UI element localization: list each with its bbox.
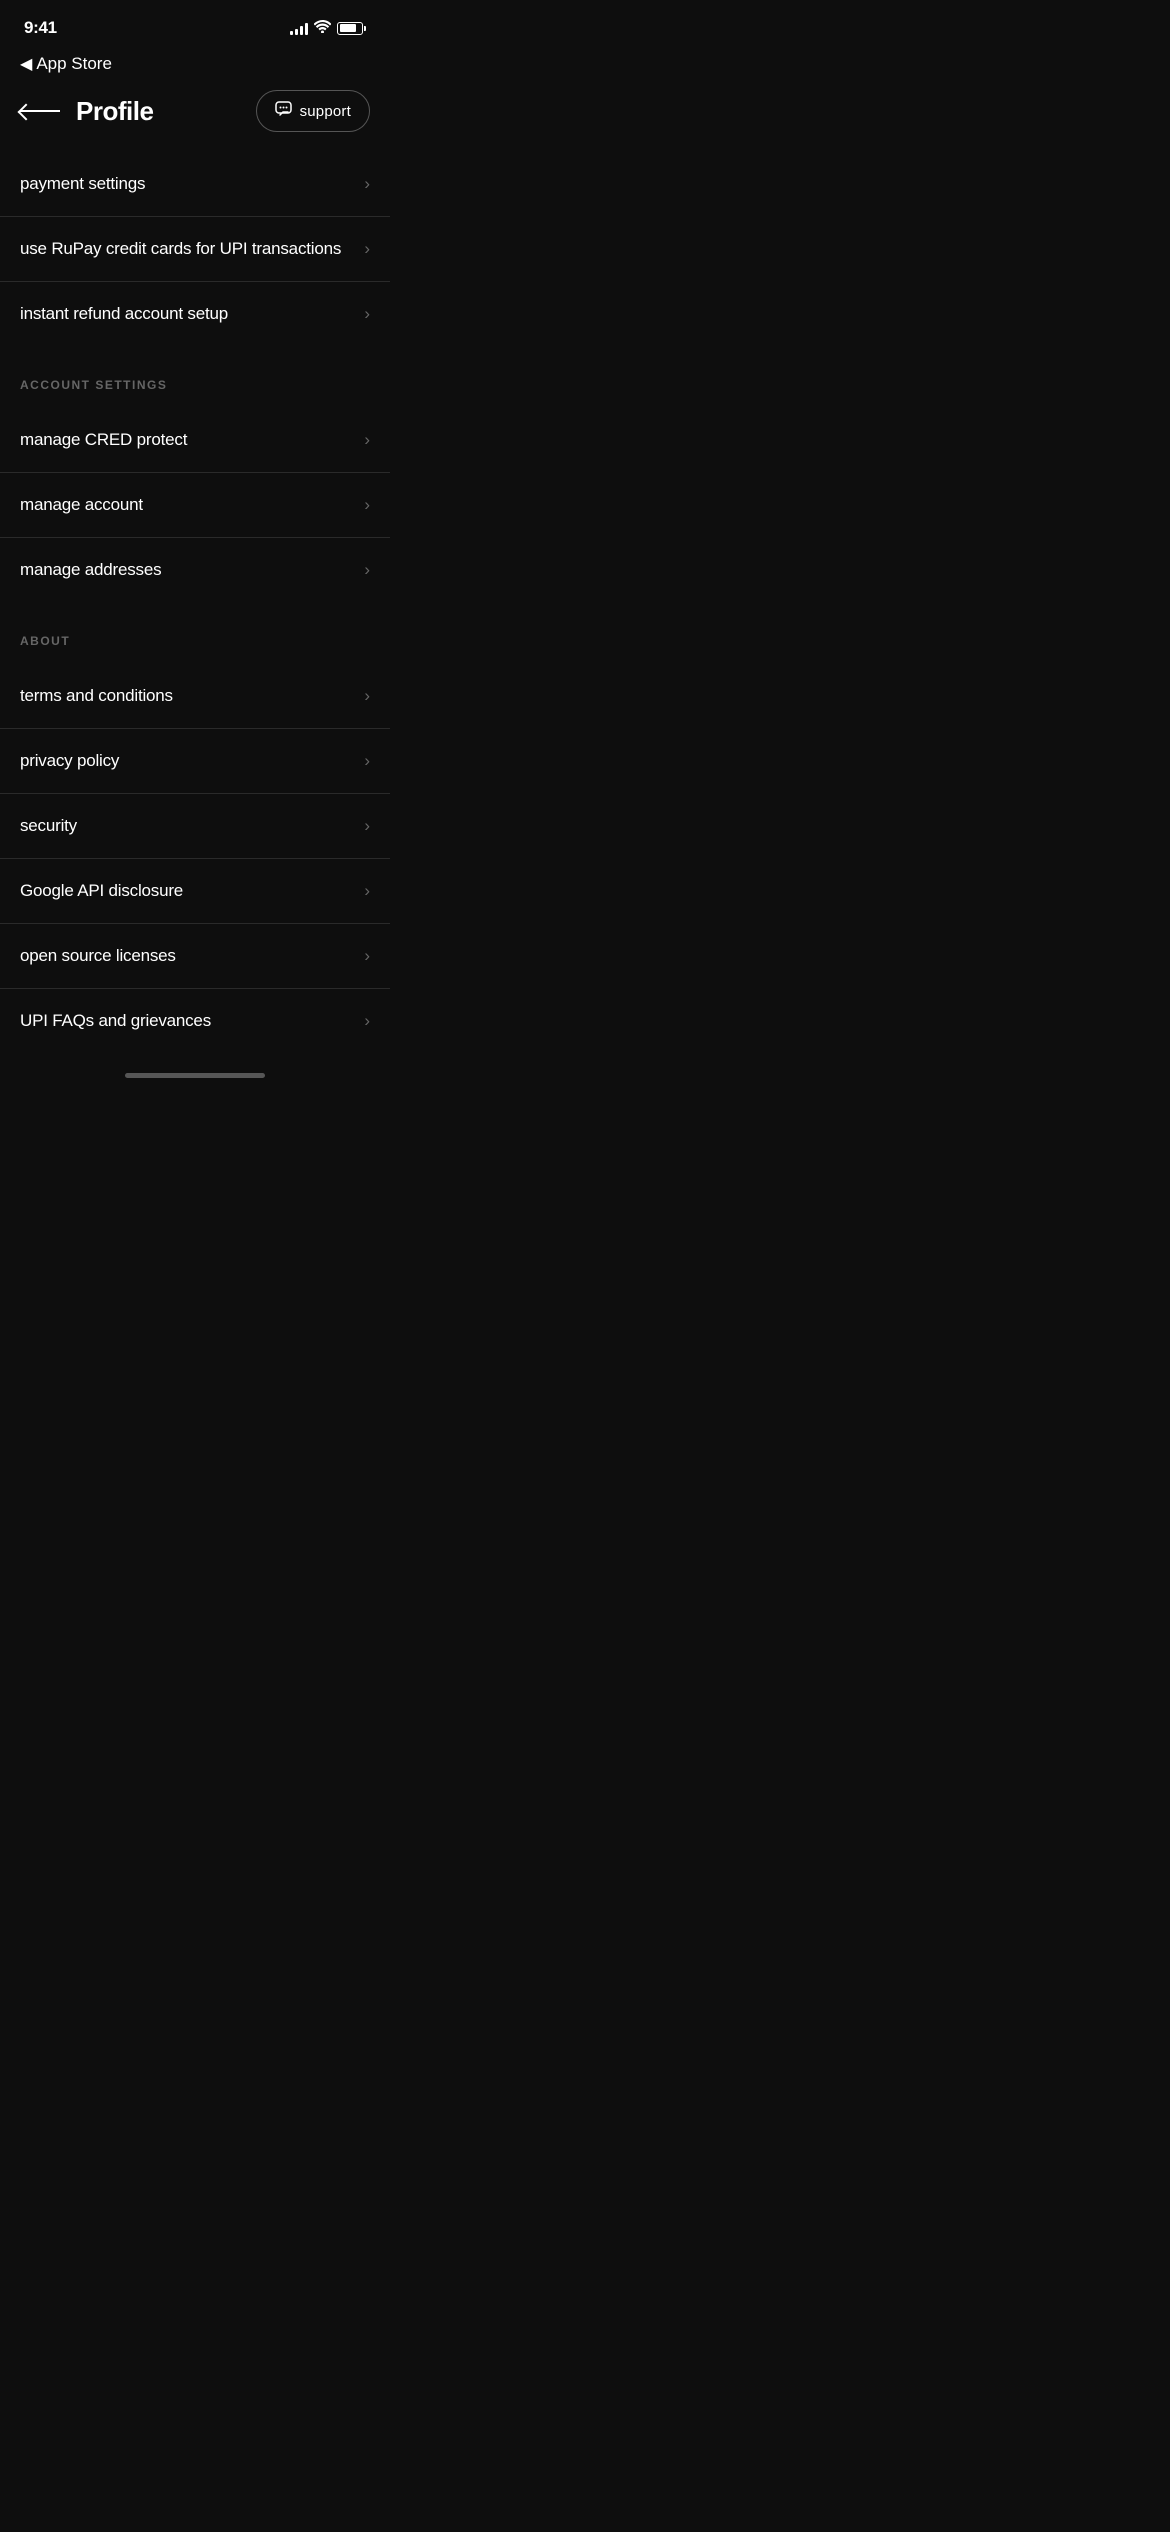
back-button[interactable]	[20, 110, 60, 112]
upi-faqs-label: UPI FAQs and grievances	[20, 1011, 211, 1031]
terms-conditions-item[interactable]: terms and conditions ›	[0, 664, 390, 729]
instant-refund-label: instant refund account setup	[20, 304, 228, 324]
privacy-policy-item[interactable]: privacy policy ›	[0, 729, 390, 794]
chevron-right-icon: ›	[364, 304, 370, 324]
page-title: Profile	[76, 96, 153, 127]
page-header: Profile support	[0, 82, 390, 152]
open-source-label: open source licenses	[20, 946, 176, 966]
terms-conditions-label: terms and conditions	[20, 686, 173, 706]
cred-protect-item[interactable]: manage CRED protect ›	[0, 408, 390, 473]
security-item[interactable]: security ›	[0, 794, 390, 859]
about-header: ABOUT	[0, 602, 390, 664]
google-api-label: Google API disclosure	[20, 881, 183, 901]
account-settings-group: manage CRED protect › manage account › m…	[0, 408, 390, 602]
chevron-right-icon: ›	[364, 686, 370, 706]
app-store-label: App Store	[36, 54, 112, 74]
home-indicator	[0, 1053, 390, 1088]
account-settings-header: ACCOUNT SETTINGS	[0, 346, 390, 408]
signal-icon	[290, 21, 308, 35]
back-arrow-icon	[20, 110, 60, 112]
support-label: support	[300, 103, 351, 120]
status-time: 9:41	[24, 18, 57, 38]
rupay-credit-item[interactable]: use RuPay credit cards for UPI transacti…	[0, 217, 390, 282]
chevron-right-icon: ›	[364, 881, 370, 901]
manage-account-label: manage account	[20, 495, 143, 515]
rupay-credit-label: use RuPay credit cards for UPI transacti…	[20, 239, 341, 259]
support-button[interactable]: support	[256, 90, 370, 132]
chevron-right-icon: ›	[364, 946, 370, 966]
status-icons	[290, 20, 366, 36]
chevron-right-icon: ›	[364, 239, 370, 259]
chevron-right-icon: ›	[364, 560, 370, 580]
chevron-right-icon: ›	[364, 816, 370, 836]
battery-icon	[337, 22, 366, 35]
payment-settings-item[interactable]: payment settings ›	[0, 152, 390, 217]
app-store-back-arrow: ◀	[20, 54, 32, 74]
manage-account-item[interactable]: manage account ›	[0, 473, 390, 538]
wifi-icon	[314, 20, 331, 36]
home-bar	[125, 1073, 265, 1078]
privacy-policy-label: privacy policy	[20, 751, 119, 771]
instant-refund-item[interactable]: instant refund account setup ›	[0, 282, 390, 346]
chevron-right-icon: ›	[364, 495, 370, 515]
upi-faqs-item[interactable]: UPI FAQs and grievances ›	[0, 989, 390, 1053]
chevron-right-icon: ›	[364, 1011, 370, 1031]
about-group: terms and conditions › privacy policy › …	[0, 664, 390, 1053]
support-chat-icon	[275, 101, 292, 121]
security-label: security	[20, 816, 77, 836]
open-source-item[interactable]: open source licenses ›	[0, 924, 390, 989]
payment-group: payment settings › use RuPay credit card…	[0, 152, 390, 346]
page-content: payment settings › use RuPay credit card…	[0, 152, 390, 1053]
status-bar: 9:41	[0, 0, 390, 50]
payment-settings-label: payment settings	[20, 174, 145, 194]
header-left: Profile	[20, 96, 153, 127]
chevron-right-icon: ›	[364, 430, 370, 450]
manage-addresses-item[interactable]: manage addresses ›	[0, 538, 390, 602]
chevron-right-icon: ›	[364, 751, 370, 771]
app-store-back[interactable]: ◀ App Store	[0, 50, 390, 82]
cred-protect-label: manage CRED protect	[20, 430, 187, 450]
google-api-item[interactable]: Google API disclosure ›	[0, 859, 390, 924]
chevron-right-icon: ›	[364, 174, 370, 194]
manage-addresses-label: manage addresses	[20, 560, 161, 580]
